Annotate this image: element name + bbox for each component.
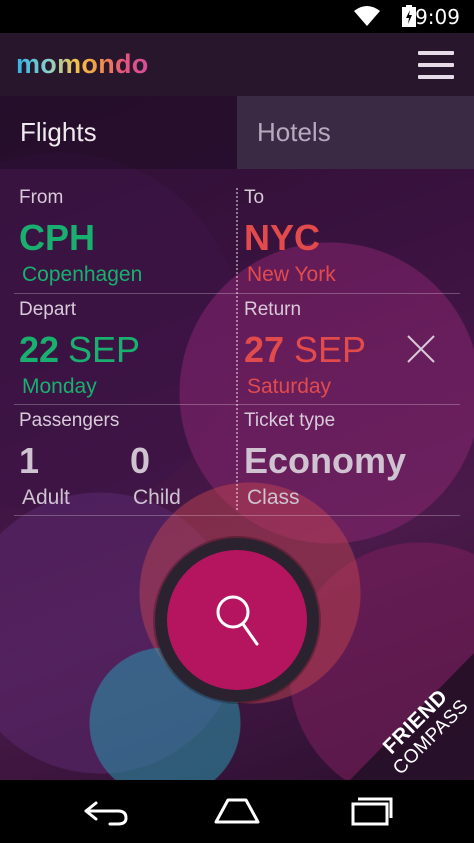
search-icon (216, 595, 259, 646)
child-count: 0 (130, 440, 151, 481)
from-code: CPH (19, 217, 96, 258)
ticket-type-label: Ticket type (244, 410, 336, 431)
app-header: momondo (0, 33, 474, 96)
to-city: New York (247, 263, 336, 286)
app-screen: momondo Flights Hotels From CPH Copenhag… (0, 33, 474, 780)
passengers-field[interactable]: Passengers 1 Adult 0 Child (0, 402, 236, 512)
status-time: 9:09 (415, 5, 460, 29)
home-icon[interactable] (212, 794, 262, 828)
tab-bar: Flights Hotels (0, 96, 474, 169)
back-icon[interactable] (80, 794, 130, 828)
depart-month: SEP (68, 329, 141, 370)
depart-label: Depart (19, 299, 77, 320)
from-field[interactable]: From CPH Copenhagen (0, 179, 236, 289)
return-label: Return (244, 299, 302, 320)
search-button[interactable] (167, 550, 307, 690)
depart-field[interactable]: Depart 22 SEP Monday (0, 291, 236, 401)
battery-charging-icon (402, 5, 416, 27)
wifi-icon (354, 6, 380, 26)
from-label: From (19, 187, 64, 208)
to-code: NYC (244, 217, 321, 258)
depart-day: 22 (19, 329, 60, 370)
to-field[interactable]: To NYC New York (238, 179, 474, 289)
return-weekday: Saturday (247, 375, 332, 398)
to-label: To (244, 187, 265, 208)
ticket-type-field[interactable]: Ticket type Economy Class (238, 402, 474, 512)
from-city: Copenhagen (22, 263, 143, 286)
return-month: SEP (294, 329, 367, 370)
passengers-label: Passengers (19, 410, 120, 431)
tab-hotels[interactable]: Hotels (237, 96, 474, 169)
system-nav-bar (0, 780, 474, 843)
adult-count: 1 (19, 440, 40, 481)
column-divider (236, 188, 238, 510)
ticket-type-value: Economy (244, 440, 407, 481)
adult-label: Adult (22, 486, 70, 509)
momondo-logo: momondo (16, 49, 149, 79)
ticket-type-sub: Class (247, 486, 300, 509)
divider (14, 515, 460, 516)
friend-compass-badge[interactable]: FRIEND COMPASS (350, 653, 474, 780)
hamburger-menu-icon[interactable] (418, 51, 454, 79)
child-label: Child (133, 486, 181, 509)
recent-apps-icon[interactable] (344, 794, 394, 828)
tab-flights[interactable]: Flights (0, 96, 237, 169)
depart-weekday: Monday (22, 375, 97, 398)
status-bar: 9:09 (0, 0, 474, 33)
close-icon[interactable] (406, 334, 436, 364)
search-button-ring (155, 538, 319, 702)
return-field[interactable]: Return 27 SEP Saturday (238, 291, 474, 401)
return-day: 27 (244, 329, 285, 370)
